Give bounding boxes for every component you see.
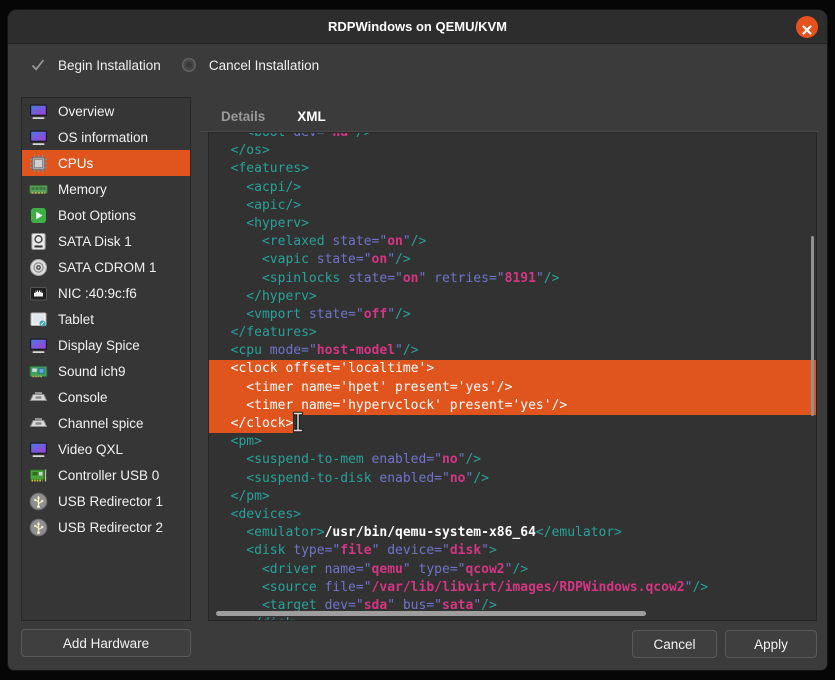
code-line: <acpi/> [209,179,816,197]
sidebar-item-sound-ich9[interactable]: Sound ich9 [22,358,190,384]
sidebar-item-console[interactable]: Console [22,384,190,410]
sidebar-item-label: Video QXL [58,442,123,457]
sidebar-item-os-information[interactable]: OS information [22,124,190,150]
sidebar-item-label: SATA CDROM 1 [58,260,157,275]
sidebar-item-label: CPUs [58,156,93,171]
begin-installation-label: Begin Installation [58,58,161,73]
check-icon [30,57,46,73]
window-title: RDPWindows on QEMU/KVM [8,10,827,44]
code-line: </hyperv> [209,288,816,306]
close-icon [801,24,813,36]
code-line: <suspend-to-disk enabled="no"/> [209,470,816,488]
begin-installation-button[interactable]: Begin Installation [30,57,161,73]
code-line: <vapic state="on"/> [209,251,816,269]
sidebar-item-label: SATA Disk 1 [58,234,132,249]
sidebar-item-label: USB Redirector 1 [58,494,163,509]
code-line: <boot dev='hd'/> [209,132,816,142]
code-line: <relaxed state="on"/> [209,233,816,251]
text-cursor-pointer [291,411,305,433]
code-line: </pm> [209,488,816,506]
code-line-selected: <timer name='hpet' present='yes'/> [209,379,816,397]
code-line: <spinlocks state="on" retries="8191"/> [209,270,816,288]
horizontal-scrollbar[interactable] [216,611,646,616]
nic-icon [29,284,48,303]
sidebar-item-tablet[interactable]: Tablet [22,306,190,332]
code-line: <driver name="qemu" type="qcow2"/> [209,561,816,579]
sidebar-item-cpus[interactable]: CPUs [22,150,190,176]
sidebar-item-usb-redirector-1[interactable]: USB Redirector 1 [22,488,190,514]
tabbar: Details XML [217,101,354,131]
sidebar-item-display-spice[interactable]: Display Spice [22,332,190,358]
memory-icon [29,180,48,199]
sidebar-item-controller-usb-0[interactable]: Controller USB 0 [22,462,190,488]
code-line: <suspend-to-mem enabled="no"/> [209,451,816,469]
code-line: <features> [209,160,816,178]
code-line: <devices> [209,506,816,524]
sidebar-item-label: OS information [58,130,148,145]
display-icon [29,336,48,355]
console-icon [29,388,48,407]
code-line: </os> [209,142,816,160]
sidebar-item-label: Boot Options [58,208,136,223]
add-hardware-button[interactable]: Add Hardware [21,629,191,657]
sidebar-item-label: Overview [58,104,114,119]
code-line: <cpu mode="host-model"/> [209,342,816,360]
cdrom-icon [29,258,48,277]
sidebar-item-label: NIC :40:9c:f6 [58,286,137,301]
usb-icon [29,518,48,537]
code-line: <disk type="file" device="disk"> [209,542,816,560]
boot-icon [29,206,48,225]
sidebar-item-label: Sound ich9 [58,364,126,379]
sidebar-item-nic-40-9c-f6[interactable]: NIC :40:9c:f6 [22,280,190,306]
console-icon [29,414,48,433]
usb-controller-icon [29,466,48,485]
titlebar[interactable]: RDPWindows on QEMU/KVM [8,10,827,44]
sidebar-item-sata-cdrom-1[interactable]: SATA CDROM 1 [22,254,190,280]
code-line: <apic/> [209,197,816,215]
sidebar-item-label: Memory [58,182,107,197]
display-icon [29,440,48,459]
cancel-installation-label: Cancel Installation [209,58,319,73]
display-icon [29,128,48,147]
code-line: <hyperv> [209,215,816,233]
sidebar-item-label: Channel spice [58,416,144,431]
sidebar-item-label: Controller USB 0 [58,468,159,483]
sidebar-item-usb-redirector-2[interactable]: USB Redirector 2 [22,514,190,540]
hardware-list: Overview OS information CPUs Memory Boot Opt… [21,97,191,621]
sidebar-item-label: USB Redirector 2 [58,520,163,535]
xml-code: <boot dev='hd'/> </os> <features> <acpi/… [209,132,816,621]
close-button[interactable] [796,16,818,38]
usb-icon [29,492,48,511]
apply-button[interactable]: Apply [725,630,817,658]
sidebar-item-memory[interactable]: Memory [22,176,190,202]
code-line: <source file="/var/lib/libvirt/images/RD… [209,579,816,597]
cancel-installation-button[interactable]: Cancel Installation [181,57,319,73]
tab-details[interactable]: Details [217,103,269,130]
sidebar-item-video-qxl[interactable]: Video QXL [22,436,190,462]
sidebar-item-boot-options[interactable]: Boot Options [22,202,190,228]
disk-icon [29,232,48,251]
sidebar-item-sata-disk-1[interactable]: SATA Disk 1 [22,228,190,254]
vm-details-window: RDPWindows on QEMU/KVM Begin Installatio… [8,10,827,670]
code-line: <vmport state="off"/> [209,306,816,324]
code-line: <emulator>/usr/bin/qemu-system-x86_64</e… [209,524,816,542]
code-line: <pm> [209,433,816,451]
vertical-scrollbar[interactable] [811,236,814,416]
record-icon [181,57,197,73]
cancel-button[interactable]: Cancel [632,630,717,658]
cpu-icon [29,154,48,173]
code-line-selected: <clock offset='localtime'> [209,360,816,378]
tab-xml[interactable]: XML [293,103,330,130]
display-icon [29,102,48,121]
tablet-icon [29,310,48,329]
sidebar-item-channel-spice[interactable]: Channel spice [22,410,190,436]
sidebar-item-label: Tablet [58,312,94,327]
sidebar-item-label: Display Spice [58,338,140,353]
sidebar-item-label: Console [58,390,108,405]
code-line: </features> [209,324,816,342]
sidebar-item-overview[interactable]: Overview [22,98,190,124]
xml-editor[interactable]: <boot dev='hd'/> </os> <features> <acpi/… [208,132,817,621]
toolbar: Begin Installation Cancel Installation [8,44,827,86]
sound-icon [29,362,48,381]
